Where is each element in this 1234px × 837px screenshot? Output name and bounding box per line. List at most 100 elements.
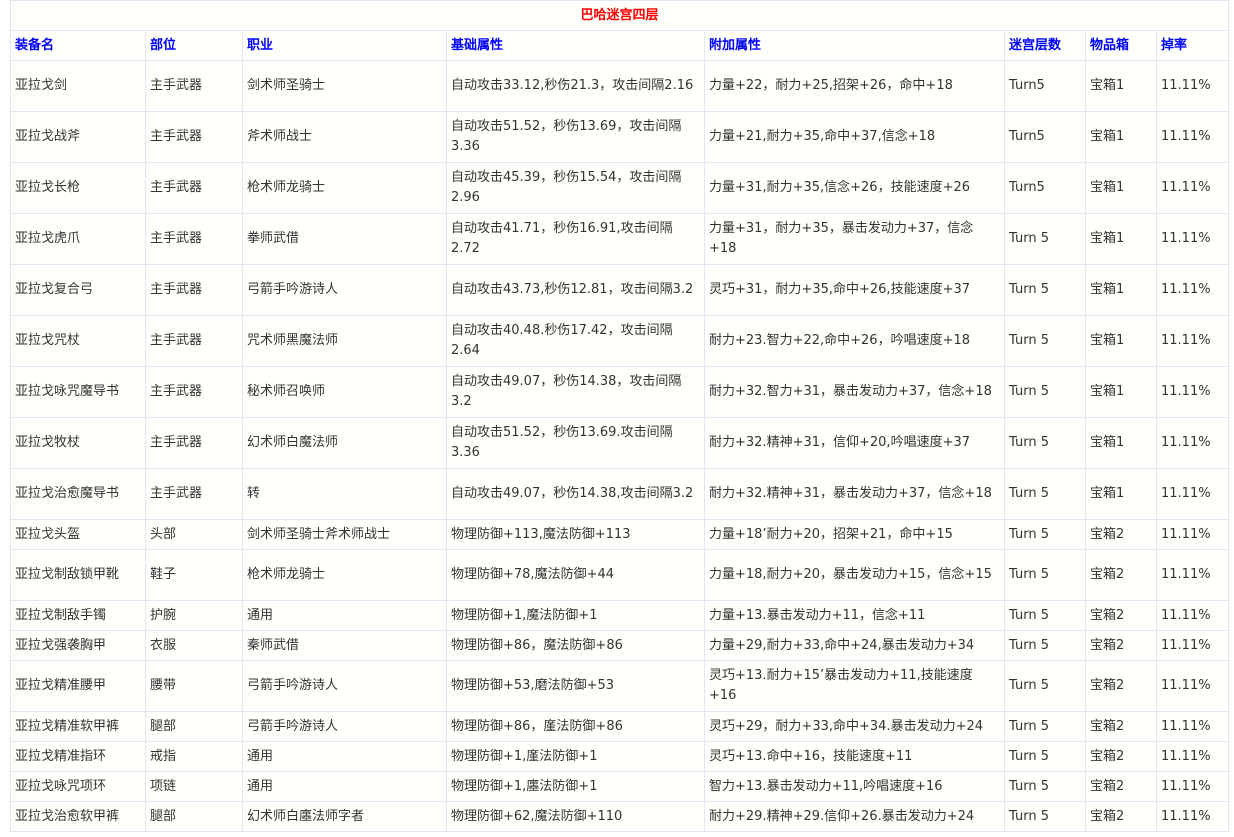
header-slot: 部位 <box>145 30 243 61</box>
cell-slot: 腿部 <box>145 711 243 742</box>
drop-table: 巴哈迷宫四层 装备名 部位 职业 基础属性 附加属性 迷宫层数 物品箱 掉率 亚拉戈剑 主手武器… <box>9 0 1230 832</box>
cell-chest: 宝箱1 <box>1085 468 1157 520</box>
cell-bonus-stats: 力量+22，耐力+25,招架+26，命中+18 <box>704 60 1005 112</box>
cell-item-name: 亚拉戈精准软甲裤 <box>10 711 146 742</box>
cell-item-name: 亚拉戈治愈软甲裤 <box>10 801 146 832</box>
table-row: 亚拉戈咒杖 主手武器 咒术师黑魔法师 自动攻击40.48.秒伤17.42，攻击间隔2.… <box>10 315 1230 367</box>
cell-chest: 宝箱2 <box>1085 771 1157 802</box>
table-row: 亚拉戈精准指环 戒指 通用 物理防御+1,廑法防御+1 灵巧+13.命中+16，技能速度… <box>10 741 1230 772</box>
cell-floor: Turn 5 <box>1004 549 1086 601</box>
cell-bonus-stats: 力量+18’耐力+20，招架+21，命中+15 <box>704 519 1005 550</box>
table-row: 亚拉戈制敌手镯 护腕 通用 物理防御+1,魔法防御+1 力量+13.暴击发动力+11，信… <box>10 600 1230 631</box>
cell-item-name: 亚拉戈治愈魔导书 <box>10 468 146 520</box>
table-row: 亚拉戈治愈软甲裤 腿部 幻术师白廛法师字者 物理防御+62,魔法防御+110 耐力+29… <box>10 801 1230 832</box>
cell-item-name: 亚拉戈战斧 <box>10 111 146 163</box>
cell-job: 咒术师黑魔法师 <box>242 315 447 367</box>
cell-item-name: 亚拉戈强袭胸甲 <box>10 630 146 661</box>
cell-base-stats: 物理防御+1,魔法防御+1 <box>446 600 705 631</box>
table-row: 亚拉戈咏咒项环 项链 通用 物理防御+1,廛法防御+1 智力+13.暴击发动力+11,吟… <box>10 771 1230 802</box>
cell-slot: 主手武器 <box>145 162 243 214</box>
cell-chest: 宝箱1 <box>1085 213 1157 265</box>
table-row: 亚拉戈虎爪 主手武器 拳师武借 自动攻击41.71，秒伤16.91,攻击间隔2.72 力… <box>10 213 1230 265</box>
cell-job: 枪术师龙骑士 <box>242 549 447 601</box>
cell-floor: Turn 5 <box>1004 771 1086 802</box>
cell-drop-rate: 11.11% <box>1155 315 1230 367</box>
cell-base-stats: 自动攻击49.07，秒伤14.38，攻击间隔3.2 <box>446 366 705 418</box>
cell-base-stats: 物理防御+86，廑法防御+86 <box>446 711 705 742</box>
cell-base-stats: 自动攻击40.48.秒伤17.42，攻击间隔2.64 <box>446 315 705 367</box>
cell-base-stats: 物理防御+53,磨法防御+53 <box>446 660 705 712</box>
cell-chest: 宝箱1 <box>1085 366 1157 418</box>
cell-slot: 项链 <box>145 771 243 802</box>
cell-floor: Turn 5 <box>1004 519 1086 550</box>
cell-job: 通用 <box>242 771 447 802</box>
cell-job: 剑术师圣骑士 <box>242 60 447 112</box>
cell-base-stats: 物理防御+1,廑法防御+1 <box>446 741 705 772</box>
cell-job: 通用 <box>242 600 447 631</box>
cell-job: 拳师武借 <box>242 213 447 265</box>
cell-bonus-stats: 力量+31，耐力+35，暴击发动力+37，信念+18 <box>704 213 1005 265</box>
cell-slot: 戒指 <box>145 741 243 772</box>
cell-drop-rate: 11.11% <box>1155 741 1230 772</box>
cell-bonus-stats: 力量+29,耐力+33,命中+24,暴击发动力+34 <box>704 630 1005 661</box>
cell-chest: 宝箱1 <box>1085 111 1157 163</box>
cell-drop-rate: 11.11% <box>1155 366 1230 418</box>
cell-job: 转 <box>242 468 447 520</box>
cell-drop-rate: 11.11% <box>1155 549 1230 601</box>
cell-drop-rate: 11.11% <box>1155 162 1230 214</box>
cell-job: 通用 <box>242 741 447 772</box>
header-job: 职业 <box>242 30 447 61</box>
cell-item-name: 亚拉戈制敌手镯 <box>10 600 146 631</box>
cell-bonus-stats: 耐力+29.精神+29.信仰+26.暴击发动力+24 <box>704 801 1005 832</box>
cell-chest: 宝箱2 <box>1085 519 1157 550</box>
cell-slot: 腰带 <box>145 660 243 712</box>
cell-chest: 宝箱1 <box>1085 60 1157 112</box>
cell-item-name: 亚拉戈头盔 <box>10 519 146 550</box>
cell-slot: 护腕 <box>145 600 243 631</box>
cell-job: 弓箭手吟游诗人 <box>242 264 447 316</box>
cell-item-name: 亚拉戈制敌锁甲靴 <box>10 549 146 601</box>
table-row: 亚拉戈牧杖 主手武器 幻术师白魔法师 自动攻击51.52，秒伤13.69.攻击间隔3.… <box>10 417 1230 469</box>
cell-slot: 主手武器 <box>145 60 243 112</box>
cell-chest: 宝箱2 <box>1085 741 1157 772</box>
cell-job: 枪术师龙骑士 <box>242 162 447 214</box>
table-row: 亚拉戈剑 主手武器 剑术师圣骑士 自动攻击33.12,秒伤21.3，攻击间隔2.16 力… <box>10 60 1230 112</box>
table-row: 亚拉戈头盔 头部 剑术师圣骑士斧术师战士 物理防御+113,魔法防御+113 力量+18… <box>10 519 1230 550</box>
cell-floor: Turn 5 <box>1004 741 1086 772</box>
cell-drop-rate: 11.11% <box>1155 630 1230 661</box>
cell-floor: Turn5 <box>1004 60 1086 112</box>
cell-base-stats: 自动攻击43.73,秒伤12.81，攻击间隔3.2 <box>446 264 705 316</box>
cell-bonus-stats: 力量+21,耐力+35,命中+37,信念+18 <box>704 111 1005 163</box>
cell-drop-rate: 11.11% <box>1155 264 1230 316</box>
cell-bonus-stats: 灵巧+29，耐力+33,命中+34.暴击发动力+24 <box>704 711 1005 742</box>
cell-slot: 鞋子 <box>145 549 243 601</box>
cell-bonus-stats: 力量+31,耐力+35,信念+26，技能速度+26 <box>704 162 1005 214</box>
cell-base-stats: 物理防御+113,魔法防御+113 <box>446 519 705 550</box>
cell-drop-rate: 11.11% <box>1155 600 1230 631</box>
table-row: 亚拉戈精准软甲裤 腿部 弓箭手吟游诗人 物理防御+86，廑法防御+86 灵巧+29，耐力… <box>10 711 1230 742</box>
cell-floor: Turn 5 <box>1004 801 1086 832</box>
cell-chest: 宝箱2 <box>1085 801 1157 832</box>
table-row: 亚拉戈咏咒魔导书 主手武器 秘术师召唤师 自动攻击49.07，秒伤14.38，攻击间隔… <box>10 366 1230 418</box>
cell-slot: 主手武器 <box>145 468 243 520</box>
cell-slot: 头部 <box>145 519 243 550</box>
cell-slot: 腿部 <box>145 801 243 832</box>
cell-drop-rate: 11.11% <box>1155 468 1230 520</box>
cell-item-name: 亚拉戈精准腰甲 <box>10 660 146 712</box>
cell-item-name: 亚拉戈虎爪 <box>10 213 146 265</box>
cell-chest: 宝箱2 <box>1085 549 1157 601</box>
cell-chest: 宝箱1 <box>1085 417 1157 469</box>
cell-item-name: 亚拉戈精准指环 <box>10 741 146 772</box>
cell-drop-rate: 11.11% <box>1155 111 1230 163</box>
cell-drop-rate: 11.11% <box>1155 711 1230 742</box>
table-row: 亚拉戈精准腰甲 腰带 弓箭手吟游诗人 物理防御+53,磨法防御+53 灵巧+13.耐力+… <box>10 660 1230 712</box>
cell-floor: Turn 5 <box>1004 417 1086 469</box>
cell-item-name: 亚拉戈咒杖 <box>10 315 146 367</box>
cell-drop-rate: 11.11% <box>1155 519 1230 550</box>
cell-base-stats: 自动攻击45.39，秒伤15.54，攻击间隔2.96 <box>446 162 705 214</box>
table-row: 亚拉戈制敌锁甲靴 鞋子 枪术师龙骑士 物理防御+78,魔法防御+44 力量+18,耐力+… <box>10 549 1230 601</box>
cell-floor: Turn 5 <box>1004 213 1086 265</box>
cell-floor: Turn 5 <box>1004 630 1086 661</box>
cell-bonus-stats: 灵巧+31，耐力+35,命中+26,技能速度+37 <box>704 264 1005 316</box>
cell-item-name: 亚拉戈咏咒魔导书 <box>10 366 146 418</box>
